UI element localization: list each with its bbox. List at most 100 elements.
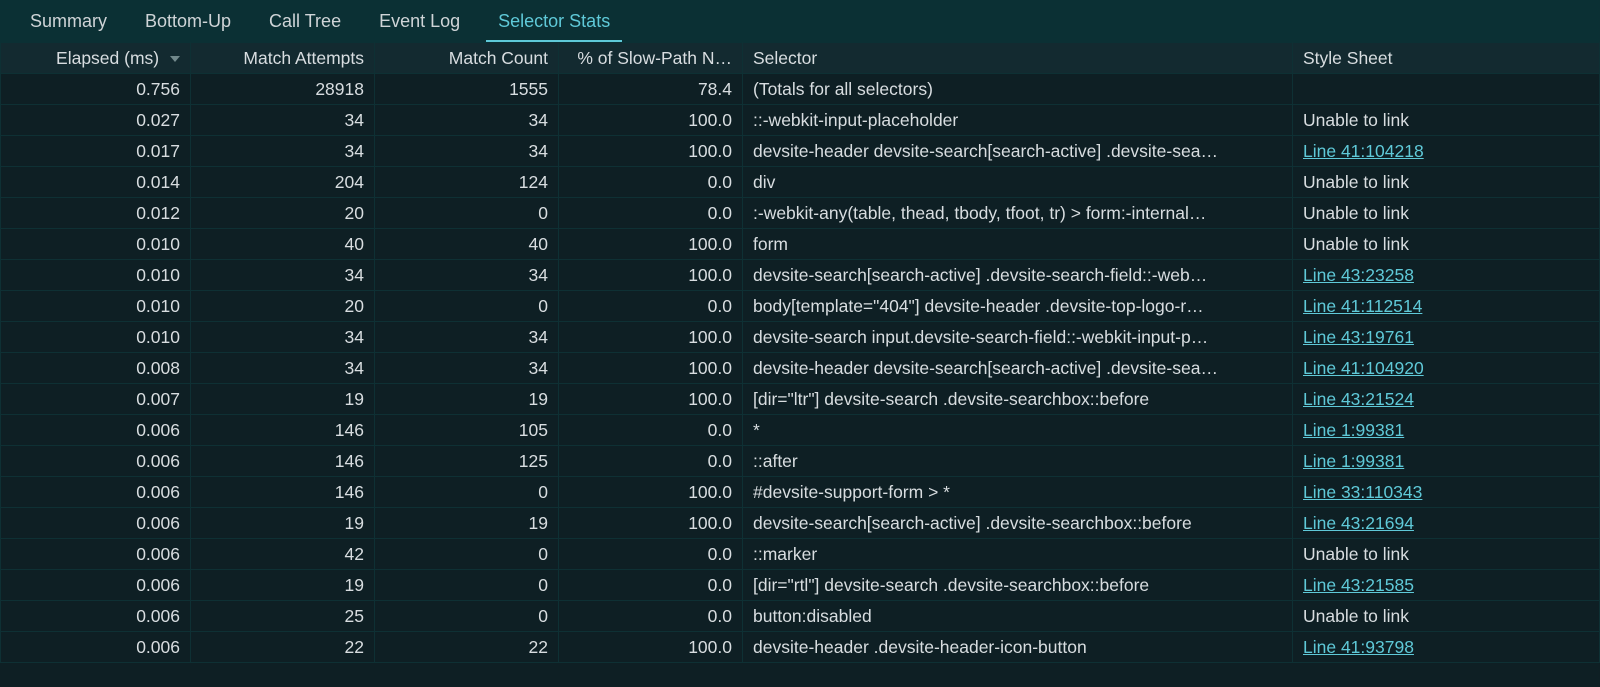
cell-attempts: 146 <box>191 477 375 508</box>
table-row[interactable]: 0.0071919100.0[dir="ltr"] devsite-search… <box>1 384 1600 415</box>
cell-selector: devsite-header .devsite-header-icon-butt… <box>743 632 1293 663</box>
cell-stylesheet: Line 43:21585 <box>1293 570 1600 601</box>
cell-slow: 0.0 <box>559 198 743 229</box>
cell-stylesheet: Unable to link <box>1293 198 1600 229</box>
cell-elapsed: 0.006 <box>1 446 191 477</box>
cell-elapsed: 0.012 <box>1 198 191 229</box>
table-row[interactable]: 0.0103434100.0devsite-search input.devsi… <box>1 322 1600 353</box>
table-row[interactable]: 0.0083434100.0devsite-header devsite-sea… <box>1 353 1600 384</box>
col-header-elapsed[interactable]: Elapsed (ms) <box>1 43 191 74</box>
cell-elapsed: 0.010 <box>1 229 191 260</box>
table-row[interactable]: 0.0061919100.0devsite-search[search-acti… <box>1 508 1600 539</box>
table-row[interactable]: 0.0061460100.0#devsite-support-form > *L… <box>1 477 1600 508</box>
cell-slow: 0.0 <box>559 570 743 601</box>
tab-bottom-up[interactable]: Bottom-Up <box>129 2 247 42</box>
cell-stylesheet: Line 1:99381 <box>1293 446 1600 477</box>
table-row[interactable]: 0.0104040100.0formUnable to link <box>1 229 1600 260</box>
stylesheet-link[interactable]: Line 41:104218 <box>1303 141 1424 161</box>
col-header-attempts[interactable]: Match Attempts <box>191 43 375 74</box>
cell-slow: 100.0 <box>559 384 743 415</box>
detail-tabs: SummaryBottom-UpCall TreeEvent LogSelect… <box>0 0 1600 42</box>
table-row[interactable]: 0.0142041240.0divUnable to link <box>1 167 1600 198</box>
cell-elapsed: 0.027 <box>1 105 191 136</box>
stylesheet-link[interactable]: Line 41:112514 <box>1303 296 1422 316</box>
tab-event-log[interactable]: Event Log <box>363 2 476 42</box>
cell-stylesheet: Unable to link <box>1293 229 1600 260</box>
table-row[interactable]: 0.75628918155578.4(Totals for all select… <box>1 74 1600 105</box>
cell-slow: 100.0 <box>559 105 743 136</box>
cell-selector: body[template="404"] devsite-header .dev… <box>743 291 1293 322</box>
cell-attempts: 34 <box>191 322 375 353</box>
cell-attempts: 19 <box>191 570 375 601</box>
table-row[interactable]: 0.0122000.0:-webkit-any(table, thead, tb… <box>1 198 1600 229</box>
stylesheet-link[interactable]: Line 33:110343 <box>1303 482 1422 502</box>
tab-summary[interactable]: Summary <box>14 2 123 42</box>
col-header-selector[interactable]: Selector <box>743 43 1293 74</box>
table-row[interactable]: 0.0273434100.0::-webkit-input-placeholde… <box>1 105 1600 136</box>
cell-selector: ::-webkit-input-placeholder <box>743 105 1293 136</box>
cell-stylesheet: Line 33:110343 <box>1293 477 1600 508</box>
stylesheet-link[interactable]: Line 43:21585 <box>1303 575 1414 595</box>
cell-attempts: 19 <box>191 508 375 539</box>
cell-stylesheet: Line 1:99381 <box>1293 415 1600 446</box>
stylesheet-link[interactable]: Line 43:21694 <box>1303 513 1414 533</box>
selector-stats-table: Elapsed (ms) Match Attempts Match Count … <box>0 42 1600 663</box>
cell-attempts: 20 <box>191 198 375 229</box>
table-row[interactable]: 0.0061461050.0*Line 1:99381 <box>1 415 1600 446</box>
cell-count: 34 <box>375 136 559 167</box>
cell-elapsed: 0.017 <box>1 136 191 167</box>
cell-slow: 0.0 <box>559 539 743 570</box>
cell-selector: devsite-header devsite-search[search-act… <box>743 353 1293 384</box>
stylesheet-link[interactable]: Line 41:93798 <box>1303 637 1414 657</box>
cell-stylesheet: Unable to link <box>1293 105 1600 136</box>
cell-selector: div <box>743 167 1293 198</box>
cell-selector: button:disabled <box>743 601 1293 632</box>
cell-elapsed: 0.756 <box>1 74 191 105</box>
cell-slow: 100.0 <box>559 353 743 384</box>
stylesheet-link[interactable]: Line 43:23258 <box>1303 265 1414 285</box>
cell-count: 0 <box>375 291 559 322</box>
cell-elapsed: 0.006 <box>1 508 191 539</box>
stylesheet-link[interactable]: Line 41:104920 <box>1303 358 1424 378</box>
cell-selector: #devsite-support-form > * <box>743 477 1293 508</box>
stylesheet-link[interactable]: Line 1:99381 <box>1303 420 1404 440</box>
cell-selector: devsite-search input.devsite-search-fiel… <box>743 322 1293 353</box>
cell-slow: 100.0 <box>559 322 743 353</box>
tab-selector-stats[interactable]: Selector Stats <box>482 2 626 42</box>
cell-count: 40 <box>375 229 559 260</box>
tab-call-tree[interactable]: Call Tree <box>253 2 357 42</box>
col-header-count[interactable]: Match Count <box>375 43 559 74</box>
table-row[interactable]: 0.0062222100.0devsite-header .devsite-he… <box>1 632 1600 663</box>
stylesheet-link[interactable]: Line 43:21524 <box>1303 389 1414 409</box>
cell-selector: ::marker <box>743 539 1293 570</box>
cell-stylesheet: Line 41:104920 <box>1293 353 1600 384</box>
table-row[interactable]: 0.0173434100.0devsite-header devsite-sea… <box>1 136 1600 167</box>
cell-attempts: 204 <box>191 167 375 198</box>
cell-slow: 0.0 <box>559 167 743 198</box>
table-row[interactable]: 0.0062500.0button:disabledUnable to link <box>1 601 1600 632</box>
table-row[interactable]: 0.0061900.0[dir="rtl"] devsite-search .d… <box>1 570 1600 601</box>
cell-count: 34 <box>375 260 559 291</box>
cell-elapsed: 0.006 <box>1 415 191 446</box>
cell-elapsed: 0.014 <box>1 167 191 198</box>
cell-count: 0 <box>375 477 559 508</box>
cell-slow: 0.0 <box>559 446 743 477</box>
cell-slow: 100.0 <box>559 477 743 508</box>
stylesheet-link[interactable]: Line 1:99381 <box>1303 451 1404 471</box>
table-row[interactable]: 0.0061461250.0::afterLine 1:99381 <box>1 446 1600 477</box>
cell-elapsed: 0.010 <box>1 291 191 322</box>
col-header-slow[interactable]: % of Slow-Path N… <box>559 43 743 74</box>
cell-slow: 0.0 <box>559 291 743 322</box>
cell-slow: 0.0 <box>559 601 743 632</box>
cell-count: 124 <box>375 167 559 198</box>
cell-selector: devsite-search[search-active] .devsite-s… <box>743 508 1293 539</box>
table-row[interactable]: 0.0103434100.0devsite-search[search-acti… <box>1 260 1600 291</box>
table-row[interactable]: 0.0102000.0body[template="404"] devsite-… <box>1 291 1600 322</box>
cell-stylesheet: Unable to link <box>1293 601 1600 632</box>
table-row[interactable]: 0.0064200.0::markerUnable to link <box>1 539 1600 570</box>
cell-attempts: 34 <box>191 136 375 167</box>
cell-selector: ::after <box>743 446 1293 477</box>
stylesheet-link[interactable]: Line 43:19761 <box>1303 327 1414 347</box>
col-header-sheet[interactable]: Style Sheet <box>1293 43 1600 74</box>
cell-attempts: 19 <box>191 384 375 415</box>
